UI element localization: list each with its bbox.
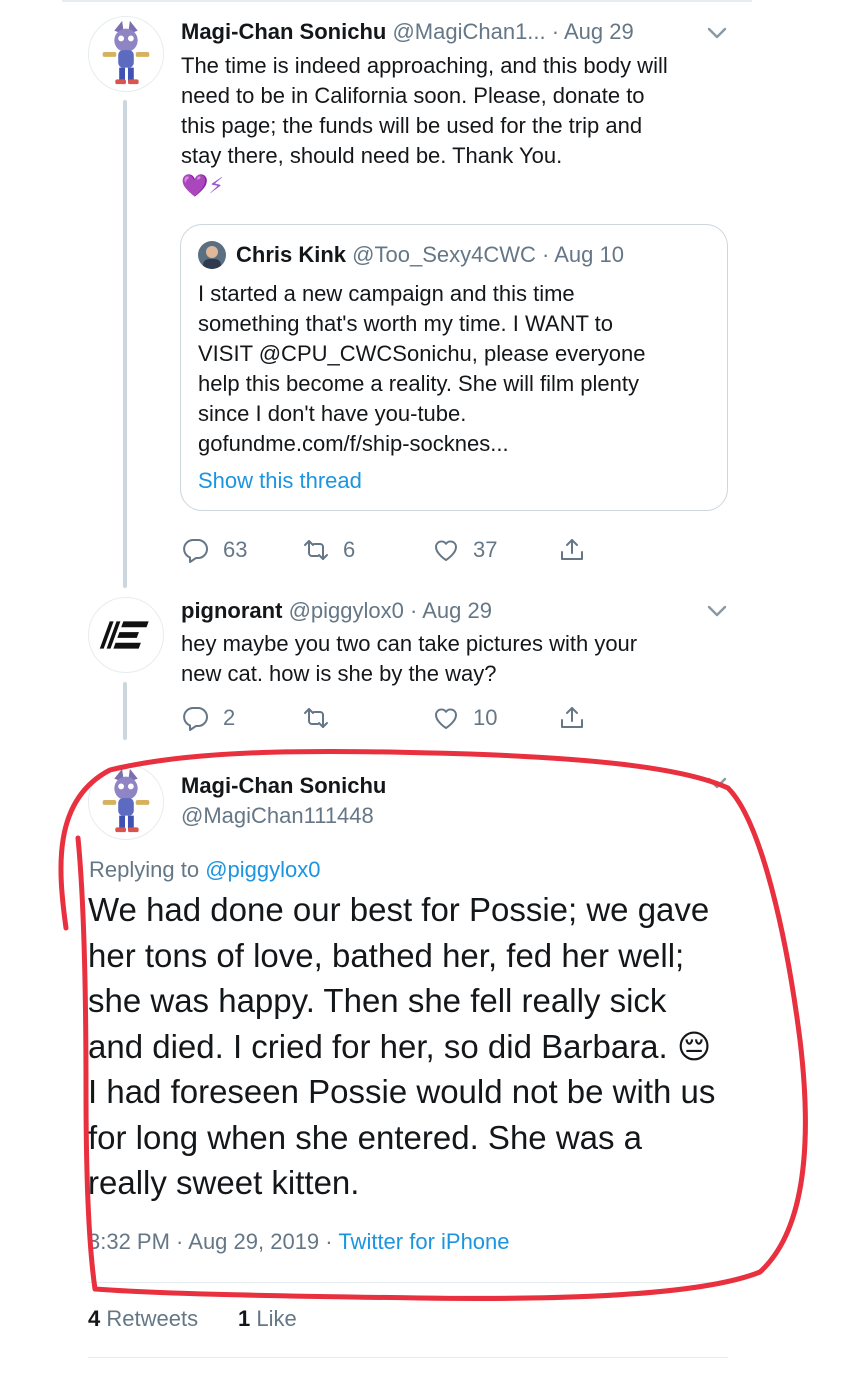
tweet-header: pignorant @piggylox0 · Aug 29 [181, 597, 492, 625]
retweet-count: 6 [343, 537, 356, 562]
share-icon [561, 707, 583, 728]
tweet-meta: 3:32 PM · Aug 29, 2019 · Twitter for iPh… [88, 1228, 510, 1256]
reply-count: 63 [223, 537, 248, 562]
handle: @MagiChan111448 [181, 803, 374, 828]
like-icon [434, 540, 458, 561]
reply-button[interactable]: 63 [183, 537, 247, 563]
text-line: We had done our best for Possie; we gave [88, 891, 710, 928]
handle[interactable]: @MagiChan1... [392, 19, 545, 44]
text-line: since I don't have you-tube. [198, 401, 467, 426]
divider [88, 1282, 728, 1283]
text-line: gofundme.com/f/ship-socknes... [198, 431, 509, 456]
like-button[interactable]: 10 [433, 705, 497, 731]
text-line: hey maybe you two can take pictures with… [181, 631, 638, 656]
text-line: new cat. how is she by the way? [181, 661, 497, 686]
avatar[interactable] [88, 764, 164, 840]
reply-icon [183, 706, 208, 731]
likes-count: 1 [238, 1306, 251, 1331]
share-button[interactable] [559, 705, 585, 731]
quoted-date: · Aug 10 [542, 242, 624, 267]
text-line: VISIT @CPU_CWCSonichu, please everyone [198, 341, 646, 366]
chevron-down-icon[interactable] [706, 26, 728, 40]
text-line: for long when she entered. She was a [88, 1118, 643, 1156]
like-icon [434, 708, 458, 729]
display-name[interactable]: pignorant [181, 598, 282, 623]
text-line: I started a new campaign and this time [198, 281, 575, 306]
tweet-text: The time is indeed approaching, and this… [181, 51, 741, 201]
text-line: The time is indeed approaching, and this… [181, 53, 668, 78]
like-button[interactable]: 37 [433, 537, 497, 563]
main-tweet-text: We had done our best for Possie; we gave… [88, 887, 788, 1206]
tweet-date[interactable]: · Aug 29 [552, 19, 634, 44]
chevron-down-icon[interactable] [706, 604, 728, 618]
chevron-down-icon[interactable] [706, 776, 728, 790]
reply-button[interactable]: 2 [183, 705, 235, 731]
retweets-label: Retweets [106, 1306, 199, 1331]
quoted-handle: @Too_Sexy4CWC [352, 242, 536, 267]
like-count: 37 [473, 537, 498, 562]
text-line: she was happy. Then she fell really sick [88, 982, 667, 1019]
avatar[interactable] [88, 16, 164, 92]
retweet-button[interactable]: 6 [303, 537, 355, 563]
text-line: need to be in California soon. Please, d… [181, 83, 645, 108]
retweet-button[interactable] [303, 705, 343, 731]
retweet-icon [304, 708, 328, 728]
replying-to: Replying to @piggylox0 [89, 856, 321, 884]
text-line: and died. I cried for her, so did Barbar… [88, 1027, 712, 1065]
main-author[interactable]: Magi-Chan Sonichu @MagiChan111448 [181, 771, 386, 831]
display-name: Magi-Chan Sonichu [181, 773, 387, 798]
divider [88, 1357, 728, 1358]
show-thread-link[interactable]: Show this thread [198, 467, 362, 495]
quoted-avatar [198, 241, 226, 269]
replying-prefix: Replying to [89, 857, 200, 882]
share-button[interactable] [559, 537, 585, 563]
tweet-text: hey maybe you two can take pictures with… [181, 629, 741, 689]
avatar[interactable] [88, 597, 164, 673]
text-line: this page; the funds will be used for th… [181, 113, 643, 138]
quoted-text: I started a new campaign and this time s… [198, 279, 718, 459]
source-link[interactable]: Twitter for iPhone [338, 1229, 509, 1254]
tweet-header: Magi-Chan Sonichu @MagiChan1... · Aug 29 [181, 18, 634, 46]
text-line: stay there, should need be. Thank You. [181, 143, 563, 168]
retweets-stat[interactable]: 4 Retweets [88, 1306, 198, 1332]
handle[interactable]: @piggylox0 [289, 598, 404, 623]
reply-count: 2 [223, 705, 236, 730]
text-line: her tons of love, bathed her, fed her we… [88, 936, 685, 974]
retweet-icon [304, 540, 328, 560]
quoted-display-name: Chris Kink [236, 242, 347, 267]
text-line: help this become a reality. She will fil… [198, 371, 640, 396]
display-name[interactable]: Magi-Chan Sonichu [181, 19, 386, 44]
text-line: really sweet kitten. [88, 1164, 360, 1201]
text-line: I had foreseen Possie would not be with … [88, 1073, 716, 1110]
quoted-header: Chris Kink @Too_Sexy4CWC · Aug 10 [236, 241, 624, 269]
like-count: 10 [473, 705, 498, 730]
text-line: something that's worth my time. I WANT t… [198, 311, 613, 336]
share-icon [561, 539, 583, 560]
likes-label: Like [256, 1306, 297, 1331]
replying-handle-link[interactable]: @piggylox0 [205, 857, 320, 882]
thread-line [123, 682, 127, 740]
timestamp: 3:32 PM · Aug 29, 2019 · [88, 1229, 339, 1254]
thread-line [123, 100, 127, 588]
retweets-count: 4 [88, 1306, 101, 1331]
reply-icon [183, 538, 208, 563]
likes-stat[interactable]: 1 Like [238, 1306, 297, 1332]
top-divider [62, 0, 752, 2]
tweet-date[interactable]: · Aug 29 [410, 598, 492, 623]
emoji-line: 💜⚡ [181, 173, 224, 198]
